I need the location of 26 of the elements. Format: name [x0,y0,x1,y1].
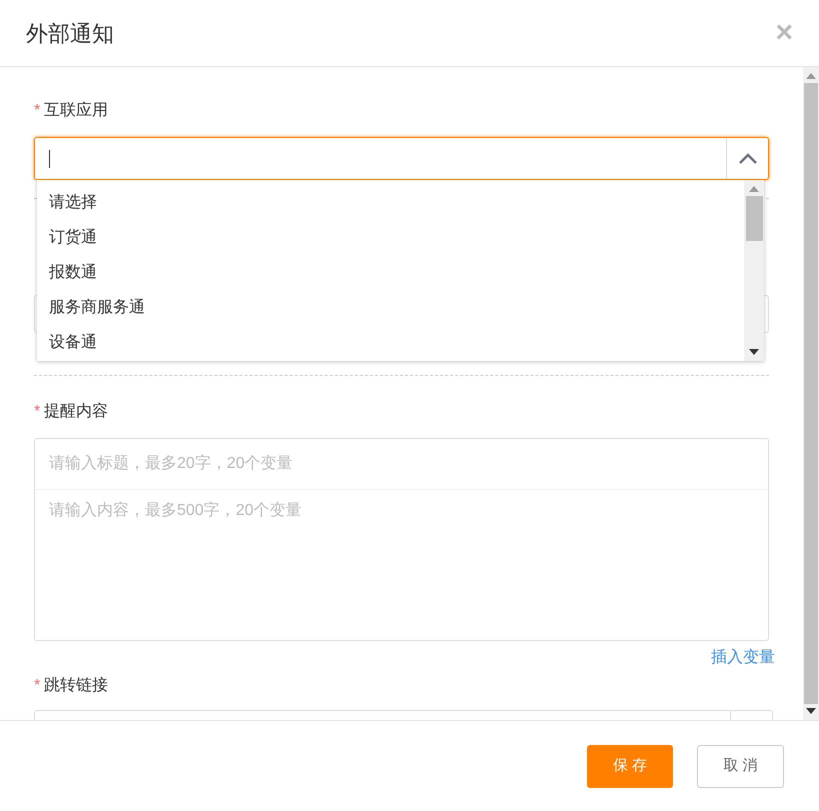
required-mark: * [34,402,40,422]
scroll-thumb[interactable] [746,196,762,241]
text-cursor [49,150,50,168]
scroll-up-icon[interactable] [749,186,759,192]
scroll-down-icon[interactable] [806,708,816,714]
scroll-thumb[interactable] [804,83,818,704]
dropdown-option[interactable]: 报数通 [37,255,744,291]
dropdown-option[interactable]: 服务商服务通 [37,290,744,326]
required-mark: * [34,676,40,696]
dropdown-option[interactable]: 请选择 [37,185,744,220]
scrollbar[interactable] [803,67,819,720]
scrollbar[interactable] [744,180,764,361]
title-input[interactable]: 请输入标题，最多20字，20个变量 [34,438,769,489]
required-mark: * [34,101,40,121]
field-label: 跳转链接 [44,676,108,696]
field-label: 互联应用 [44,100,108,121]
cancel-button[interactable]: 取 消 [697,744,784,788]
dropdown-option[interactable]: 订货通 [37,220,744,256]
dialog-title: 外部通知 [26,20,114,48]
scroll-down-icon[interactable] [749,349,759,355]
chevron-up-icon [738,153,756,164]
dropdown-option[interactable]: 设备通 [37,326,744,362]
field-label: 提醒内容 [44,402,108,422]
scroll-up-icon[interactable] [806,73,816,79]
app-select[interactable] [34,137,769,180]
content-input[interactable]: 请输入内容，最多500字，20个变量 [34,489,769,641]
